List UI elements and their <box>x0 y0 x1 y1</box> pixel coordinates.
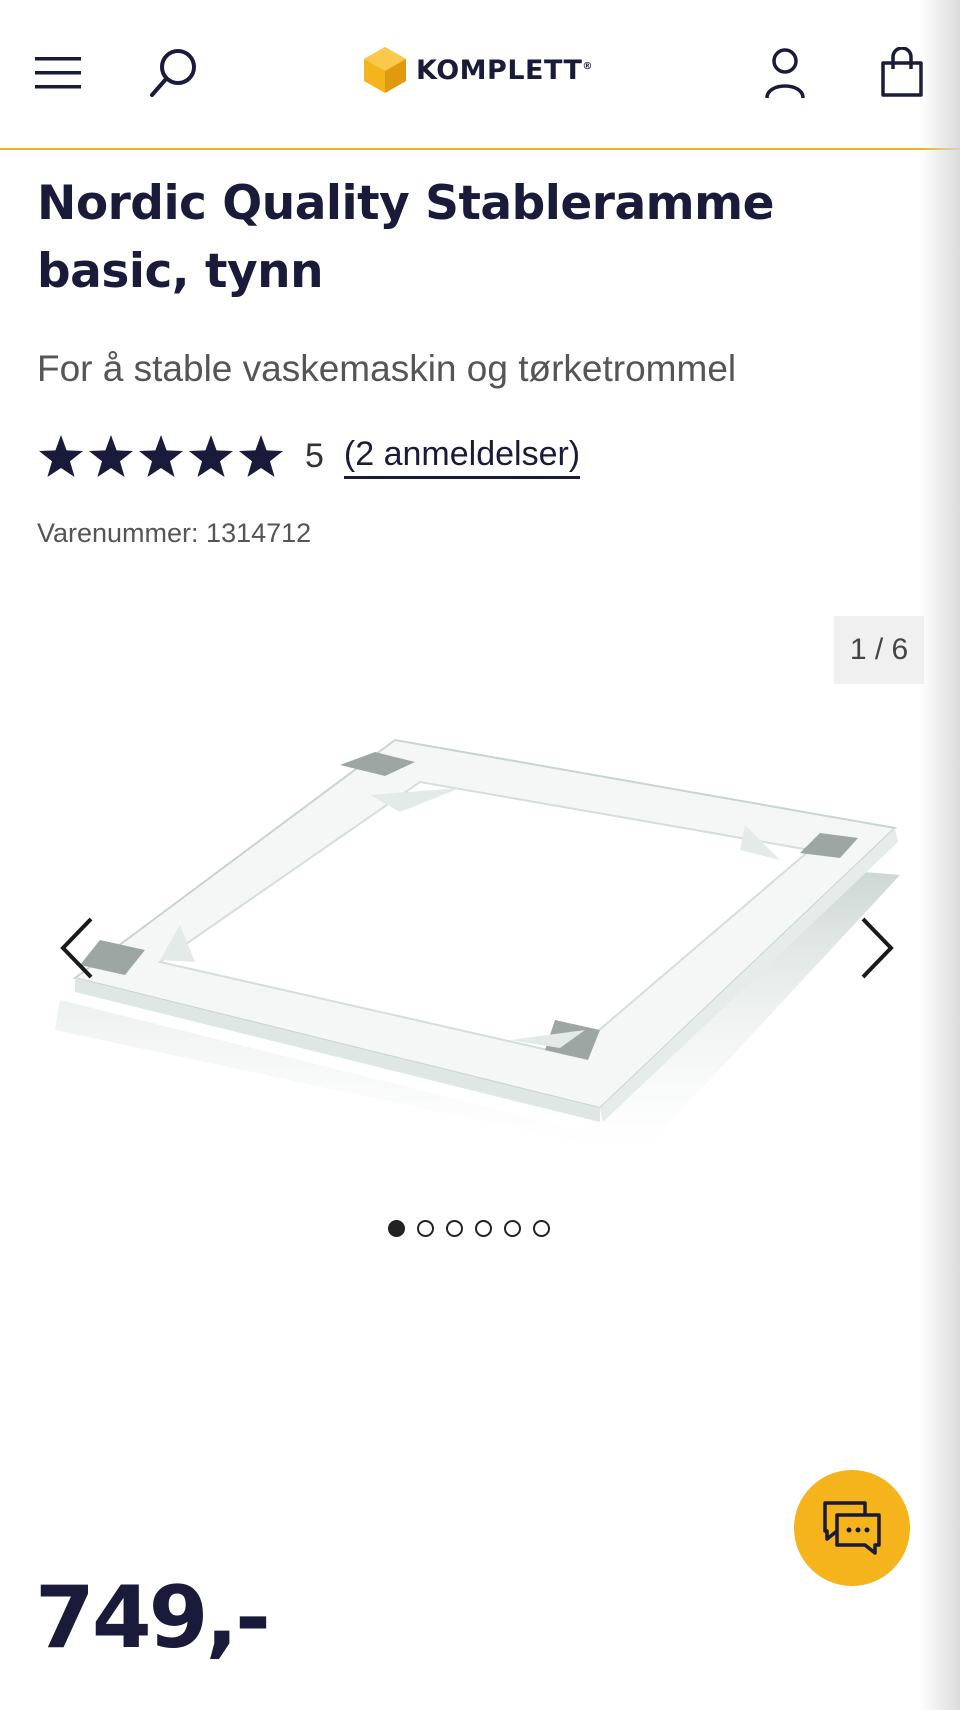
rating-stars <box>37 433 285 479</box>
star-icon <box>137 433 185 479</box>
search-icon <box>150 49 196 97</box>
star-icon <box>87 433 135 479</box>
product-price: 749,- <box>35 1568 271 1668</box>
gallery-dot[interactable] <box>475 1220 492 1237</box>
logo-text: KOMPLETT® <box>416 54 593 86</box>
gallery-dot[interactable] <box>533 1220 550 1237</box>
star-icon <box>237 433 285 479</box>
star-icon <box>37 433 85 479</box>
komplett-logo[interactable]: KOMPLETT® <box>362 42 593 98</box>
search-button[interactable] <box>140 38 208 108</box>
gallery-dot[interactable] <box>417 1220 434 1237</box>
product-image[interactable] <box>40 700 920 1160</box>
page-edge-shade <box>920 0 960 1710</box>
product-subtitle: For å stable vaskemaskin og tørketrommel <box>37 348 737 389</box>
gallery-dot[interactable] <box>446 1220 463 1237</box>
gallery-pagination <box>388 1220 550 1237</box>
chevron-left-icon <box>60 917 93 979</box>
product-sku: Varenummer: 1314712 <box>37 518 312 548</box>
chevron-right-icon <box>861 917 894 979</box>
user-icon <box>765 48 805 99</box>
product-rating: 5 (2 anmeldelser) <box>37 430 581 482</box>
gallery-next-button[interactable] <box>852 908 902 988</box>
gallery-counter: 1 / 6 <box>834 616 924 684</box>
chat-button[interactable] <box>794 1470 910 1586</box>
shopping-bag-icon <box>881 47 923 97</box>
gallery-dot[interactable] <box>388 1220 405 1237</box>
site-header: KOMPLETT® <box>0 0 960 150</box>
rating-value: 5 <box>305 436 324 475</box>
product-title: Nordic Quality Stableramme basic, tynn <box>37 176 774 299</box>
gallery-prev-button[interactable] <box>52 908 102 988</box>
komplett-logo-icon <box>364 47 406 93</box>
gallery-dot[interactable] <box>504 1220 521 1237</box>
menu-button[interactable] <box>28 38 90 108</box>
star-icon <box>187 433 235 479</box>
cart-button[interactable] <box>870 38 934 108</box>
chat-bubbles-icon <box>823 1501 881 1555</box>
account-button[interactable] <box>752 38 818 108</box>
reviews-link[interactable]: (2 anmeldelser) <box>343 434 581 479</box>
hamburger-menu-icon <box>35 57 81 89</box>
